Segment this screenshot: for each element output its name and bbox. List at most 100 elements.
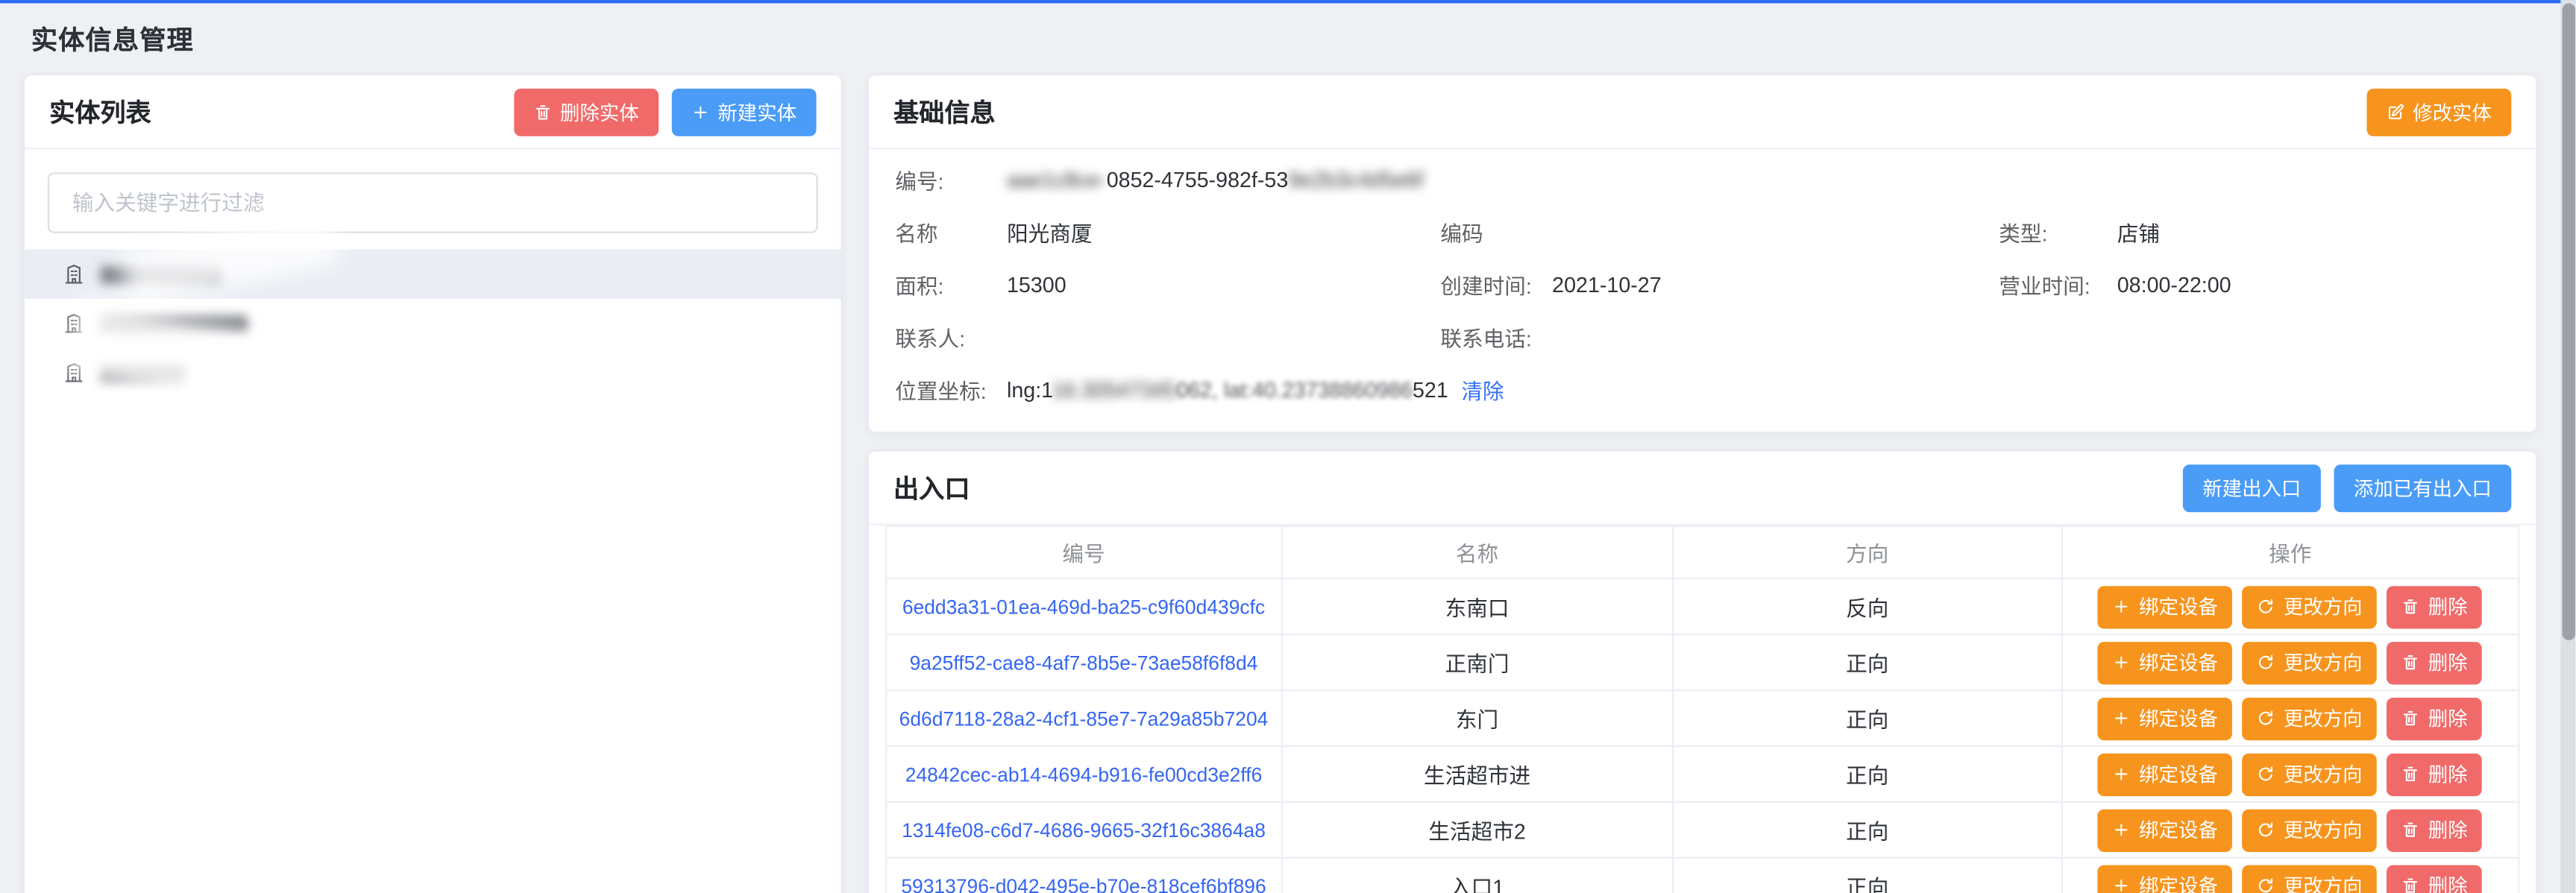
entity-list-item[interactable] [25, 348, 841, 397]
entity-list-item[interactable] [25, 299, 841, 348]
entrances-panel: 出入口 新建出入口 添加已有出入口 [869, 452, 2536, 893]
table-row: 6edd3a31-01ea-469d-ba25-c9f60d439cfc 东南口… [886, 578, 2519, 634]
delete-entrance-button[interactable]: 删除 [2387, 585, 2483, 628]
masked-id-prefix: aae1c8ce- [1007, 168, 1107, 192]
entity-list-item[interactable] [25, 250, 841, 299]
trash-icon [2401, 821, 2419, 839]
trash-icon [534, 103, 552, 121]
entrance-name: 生活超市2 [1281, 802, 1673, 858]
bind-device-button[interactable]: 绑定设备 [2098, 809, 2233, 851]
entity-list-panel: 实体列表 删除实体 新建实体 [25, 75, 841, 893]
create-entity-label: 新建实体 [717, 98, 797, 125]
plus-icon [2113, 654, 2131, 672]
delete-entity-button[interactable]: 删除实体 [514, 88, 659, 136]
coordinates-value: lng:116.30547345062, lat:40.237388609865… [1007, 378, 1448, 403]
plus-icon [2113, 877, 2131, 893]
entrance-id-link[interactable]: 9a25ff52-cae8-4af7-8b5e-73ae58f6f8d4 [910, 651, 1258, 675]
trash-icon [2401, 654, 2419, 672]
clear-coordinates-link[interactable]: 清除 [1461, 374, 1504, 406]
masked-lng: 16.30547345 [1052, 378, 1176, 403]
entity-filter-input[interactable] [48, 172, 818, 233]
refresh-icon [2258, 877, 2275, 893]
plus-icon [2113, 709, 2131, 727]
refresh-icon [2258, 821, 2275, 839]
bind-device-button[interactable]: 绑定设备 [2098, 585, 2233, 628]
scrollbar-thumb[interactable] [2561, 3, 2575, 640]
top-progress-bar [0, 0, 2575, 3]
entrance-id-link[interactable]: 6edd3a31-01ea-469d-ba25-c9f60d439cfc [902, 596, 1265, 619]
refresh-icon [2258, 598, 2275, 616]
entrance-direction: 反向 [1673, 578, 2061, 634]
basic-info-body: 编号: aae1c8ce-0852-4755-982f-539e2b3c4d5e… [869, 149, 2536, 432]
masked-entity-name [100, 315, 248, 332]
delete-entrance-button[interactable]: 删除 [2387, 697, 2483, 739]
change-direction-button[interactable]: 更改方向 [2243, 865, 2378, 893]
name-label: 名称 [895, 217, 1007, 248]
edit-entity-button[interactable]: 修改实体 [2366, 88, 2511, 136]
hours-label: 营业时间: [1999, 269, 2117, 300]
table-row: 59313796-d042-495e-b70e-818cef6bf896 入口1… [886, 858, 2519, 893]
new-entrance-label: 新建出入口 [2202, 473, 2301, 501]
basic-info-title: 基础信息 [893, 94, 996, 130]
entrances-table: 编号 名称 方向 操作 6edd3a31-01ea-469d-ba25-c9f6… [885, 526, 2519, 893]
table-row: 24842cec-ab14-4694-b916-fe00cd3e2ff6 生活超… [886, 746, 2519, 802]
refresh-icon [2258, 709, 2275, 727]
edit-entity-label: 修改实体 [2413, 98, 2492, 125]
trash-icon [2401, 709, 2419, 727]
new-entrance-button[interactable]: 新建出入口 [2183, 464, 2321, 511]
entity-id-label: 编号: [895, 164, 1007, 195]
delete-entity-label: 删除实体 [560, 98, 639, 125]
entrances-header: 出入口 新建出入口 添加已有出入口 [869, 452, 2536, 526]
entrance-id-link[interactable]: 59313796-d042-495e-b70e-818cef6bf896 [901, 875, 1266, 893]
entrance-direction: 正向 [1673, 690, 2061, 746]
hours-value: 08:00-22:00 [2117, 273, 2231, 297]
entrance-direction: 正向 [1673, 802, 2061, 858]
change-direction-button[interactable]: 更改方向 [2243, 641, 2378, 684]
delete-entrance-button[interactable]: 删除 [2387, 753, 2483, 795]
change-direction-button[interactable]: 更改方向 [2243, 585, 2378, 628]
vertical-scrollbar[interactable] [2560, 0, 2575, 893]
delete-entrance-button[interactable]: 删除 [2387, 641, 2483, 684]
refresh-icon [2258, 654, 2275, 672]
bind-device-button[interactable]: 绑定设备 [2098, 753, 2233, 795]
masked-entity-name [100, 265, 222, 283]
plus-icon [2113, 765, 2131, 783]
entity-list-title: 实体列表 [49, 94, 151, 130]
header-id: 编号 [886, 526, 1281, 578]
plus-icon [691, 103, 709, 121]
basic-info-panel: 基础信息 修改实体 编号: aae1c8ce-0852-4755-982f-53… [869, 75, 2536, 432]
app-window: 实体信息管理 实体列表 删除实体 新建实体 [0, 0, 2575, 893]
add-existing-entrance-button[interactable]: 添加已有出入口 [2334, 464, 2511, 511]
building-icon [63, 262, 86, 285]
entrance-direction: 正向 [1673, 634, 2061, 690]
bind-device-button[interactable]: 绑定设备 [2098, 697, 2233, 739]
change-direction-button[interactable]: 更改方向 [2243, 809, 2378, 851]
delete-entrance-button[interactable]: 删除 [2387, 865, 2483, 893]
create-entity-button[interactable]: 新建实体 [672, 88, 817, 136]
entrance-id-link[interactable]: 24842cec-ab14-4694-b916-fe00cd3e2ff6 [905, 763, 1263, 786]
bind-device-button[interactable]: 绑定设备 [2098, 865, 2233, 893]
type-value: 店铺 [2117, 217, 2160, 248]
entrances-title: 出入口 [893, 470, 970, 505]
entrance-id-link[interactable]: 6d6d7118-28a2-4cf1-85e7-7a29a85b7204 [899, 707, 1269, 731]
entity-list-header: 实体列表 删除实体 新建实体 [25, 75, 841, 149]
delete-entrance-button[interactable]: 删除 [2387, 809, 2483, 851]
building-icon [63, 312, 86, 335]
plus-icon [2113, 598, 2131, 616]
name-value: 阳光商厦 [1007, 217, 1093, 248]
entity-id-value[interactable]: aae1c8ce-0852-4755-982f-539e2b3c4d5e6f [1007, 168, 1424, 192]
header-direction: 方向 [1673, 526, 2061, 578]
table-row: 6d6d7118-28a2-4cf1-85e7-7a29a85b7204 东门 … [886, 690, 2519, 746]
entrance-name: 东门 [1281, 690, 1673, 746]
change-direction-button[interactable]: 更改方向 [2243, 697, 2378, 739]
table-row: 1314fe08-c6d7-4686-9665-32f16c3864a8 生活超… [886, 802, 2519, 858]
bind-device-button[interactable]: 绑定设备 [2098, 641, 2233, 684]
trash-icon [2401, 598, 2419, 616]
coordinates-label: 位置坐标: [895, 374, 1007, 406]
type-label: 类型: [1999, 217, 2117, 248]
entrance-name: 生活超市进 [1281, 746, 1673, 802]
change-direction-button[interactable]: 更改方向 [2243, 753, 2378, 795]
building-icon [63, 362, 86, 385]
trash-icon [2401, 765, 2419, 783]
entrance-id-link[interactable]: 1314fe08-c6d7-4686-9665-32f16c3864a8 [902, 819, 1266, 842]
